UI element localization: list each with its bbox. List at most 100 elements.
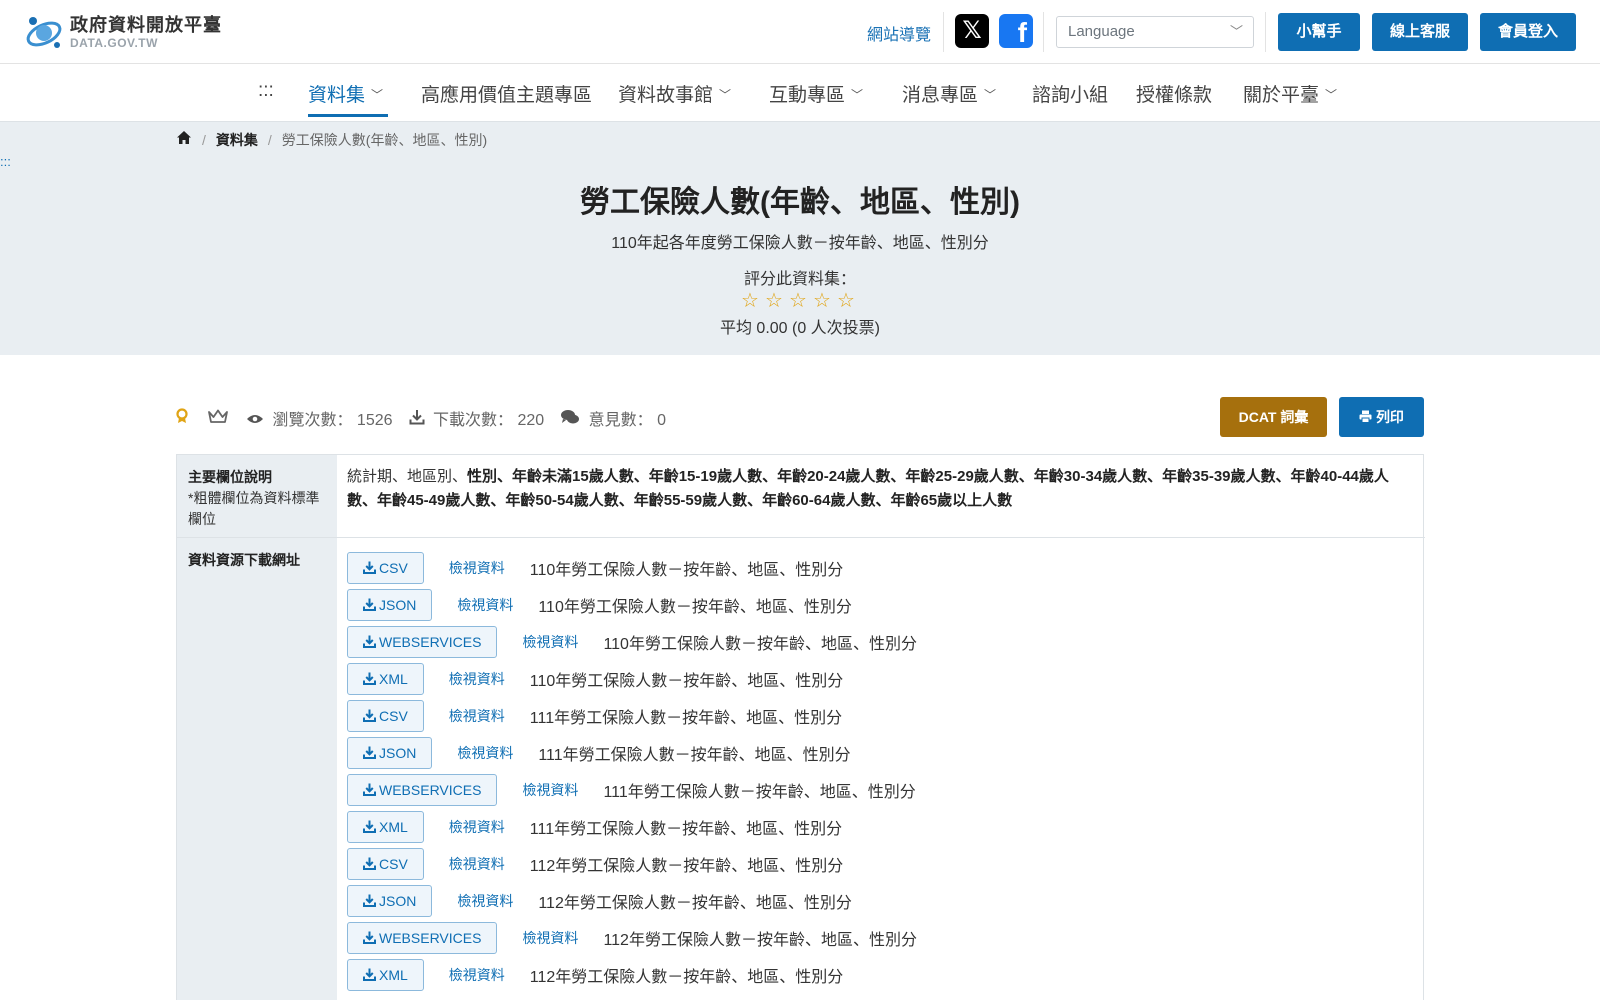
nav-item-advisory[interactable]: 諮詢小組 [1032, 80, 1108, 107]
download-format-button[interactable]: XML [347, 662, 424, 695]
download-format-button[interactable]: CSV [347, 847, 424, 880]
view-data-link[interactable]: 檢視資料 [449, 669, 505, 689]
download-icon [363, 782, 376, 798]
nav-label: 資料故事館 [618, 85, 714, 106]
view-data-link[interactable]: 檢視資料 [449, 854, 505, 874]
comments-icon [560, 410, 584, 429]
crown-icon [208, 408, 228, 429]
download-icon [363, 745, 376, 761]
facebook-icon[interactable]: f [999, 14, 1033, 48]
breadcrumb-current: 勞工保險人數(年齡、地區、性別) [281, 132, 488, 148]
resource-name: 110年勞工保險人數－按年齡、地區、性別分 [529, 672, 844, 690]
fields-label-title: 主要欄位說明 [188, 469, 272, 485]
dataset-stats: 瀏覽次數： 1526 下載次數： 220 意見數： 0 [176, 406, 682, 430]
download-icon [363, 856, 376, 872]
download-format-button[interactable]: XML [347, 958, 424, 991]
view-data-link[interactable]: 檢視資料 [522, 632, 578, 652]
download-format-button[interactable]: JSON [347, 588, 433, 621]
view-data-link[interactable]: 檢視資料 [449, 965, 505, 985]
download-icon [363, 893, 376, 909]
accesskey-link[interactable]: ::: [258, 80, 274, 102]
download-format-button[interactable]: CSV [347, 699, 424, 732]
help-button[interactable]: 小幫手 [1278, 13, 1360, 51]
download-format-button[interactable]: WEBSERVICES [347, 625, 498, 658]
nav-item-news[interactable]: 消息專區 ﹀ [902, 80, 996, 107]
comments-count: 0 [657, 412, 666, 429]
view-data-link[interactable]: 檢視資料 [457, 743, 513, 763]
downloads-label: 下載次數： [432, 412, 513, 429]
format-label: XML [379, 670, 408, 687]
nav-item-stories[interactable]: 資料故事館 ﹀ [618, 80, 731, 107]
star-icon[interactable]: ☆ [834, 288, 858, 313]
site-logo[interactable]: 政府資料開放平臺 DATA.GOV.TW [24, 12, 222, 52]
resource-name: 110年勞工保險人數－按年齡、地區、性別分 [538, 598, 852, 616]
view-data-link[interactable]: 檢視資料 [457, 595, 513, 615]
resource-name: 111年勞工保險人數－按年齡、地區、性別分 [603, 783, 916, 801]
view-data-link[interactable]: 檢視資料 [449, 817, 505, 837]
content-accesskey[interactable]: ::: [0, 154, 11, 169]
home-icon[interactable] [176, 130, 192, 150]
download-label: 資料資源下載網址 [188, 552, 300, 568]
view-data-link[interactable]: 檢視資料 [449, 706, 505, 726]
dcat-button[interactable]: DCAT 詞彙 [1220, 397, 1327, 437]
star-icon[interactable]: ☆ [786, 288, 810, 313]
chevron-down-icon: ﹀ [371, 88, 384, 102]
nav-item-interactive[interactable]: 互動專區 ﹀ [769, 80, 863, 107]
format-label: WEBSERVICES [379, 781, 482, 798]
breadcrumb: / 資料集 / 勞工保險人數(年齡、地區、性別) [176, 130, 487, 150]
format-label: XML [379, 966, 408, 983]
language-select[interactable]: Language ﹀ [1056, 16, 1254, 48]
divider [1043, 12, 1044, 52]
view-data-link[interactable]: 檢視資料 [522, 928, 578, 948]
format-label: CSV [379, 855, 408, 872]
breadcrumb-separator: / [202, 132, 206, 148]
nav-item-datasets[interactable]: 資料集 ﹀ [308, 80, 383, 107]
download-format-button[interactable]: WEBSERVICES [347, 921, 498, 954]
chevron-down-icon: ﹀ [719, 88, 732, 102]
nav-item-license[interactable]: 授權條款 [1136, 80, 1212, 107]
download-format-button[interactable]: XML [347, 810, 424, 843]
view-data-link[interactable]: 檢視資料 [449, 558, 505, 578]
download-icon [363, 560, 376, 576]
resource-row: WEBSERVICES 檢視資料 111年勞工保險人數－按年齡、地區、性別分 [347, 771, 1417, 808]
download-format-button[interactable]: WEBSERVICES [347, 773, 498, 806]
fields-bold: 性別、年齡未滿15歲人數、年齡15-19歲人數、年齡20-24歲人數、年齡25-… [347, 468, 1389, 509]
row-divider [177, 537, 1425, 538]
download-format-button[interactable]: JSON [347, 736, 433, 769]
nav-item-high-value[interactable]: 高應用價值主題專區 [421, 80, 592, 107]
logo-name: 政府資料開放平臺 [70, 14, 222, 35]
resource-row: XML 檢視資料 110年勞工保險人數－按年齡、地區、性別分 [347, 660, 1417, 697]
view-data-link[interactable]: 檢視資料 [522, 780, 578, 800]
online-support-button[interactable]: 線上客服 [1372, 13, 1468, 51]
star-icon[interactable]: ☆ [762, 288, 786, 313]
format-label: WEBSERVICES [379, 633, 482, 650]
view-data-link[interactable]: 檢視資料 [457, 891, 513, 911]
printer-icon [1359, 409, 1376, 425]
site-guide-link[interactable]: 網站導覽 [867, 21, 931, 45]
star-icon[interactable]: ☆ [738, 288, 762, 313]
member-login-button[interactable]: 會員登入 [1480, 13, 1576, 51]
x-twitter-icon[interactable]: 𝕏 [955, 14, 989, 48]
views-stat: 瀏覽次數： 1526 [246, 406, 393, 430]
fields-plain: 統計期、地區別、 [347, 468, 468, 485]
resource-row: JSON 檢視資料 112年勞工保險人數－按年齡、地區、性別分 [347, 882, 1417, 919]
rating-stars: ☆ ☆ ☆ ☆ ☆ [738, 288, 858, 313]
resource-name: 112年勞工保險人數－按年齡、地區、性別分 [529, 968, 844, 986]
star-icon[interactable]: ☆ [810, 288, 834, 313]
download-format-button[interactable]: JSON [347, 884, 433, 917]
views-label: 瀏覽次數： [272, 412, 353, 429]
download-icon [363, 967, 376, 983]
comments-stat: 意見數： 0 [560, 406, 666, 430]
nav-item-about[interactable]: 關於平臺 ﹀ [1243, 80, 1337, 107]
page-title: 勞工保險人數(年齡、地區、性別) [580, 186, 1020, 219]
nav-label: 資料集 [308, 85, 366, 106]
breadcrumb-datasets[interactable]: 資料集 [216, 130, 258, 150]
format-label: CSV [379, 559, 408, 576]
resource-name: 110年勞工保險人數－按年齡、地區、性別分 [603, 635, 917, 653]
views-count: 1526 [356, 412, 393, 429]
print-button[interactable]: 列印 [1339, 397, 1424, 437]
resource-row: WEBSERVICES 檢視資料 112年勞工保險人數－按年齡、地區、性別分 [347, 919, 1417, 956]
format-label: JSON [379, 596, 417, 613]
download-format-button[interactable]: CSV [347, 551, 424, 584]
dataset-info-table: 主要欄位說明 *粗體欄位為資料標準欄位 統計期、地區別、性別、年齡未滿15歲人數… [176, 454, 1425, 1000]
